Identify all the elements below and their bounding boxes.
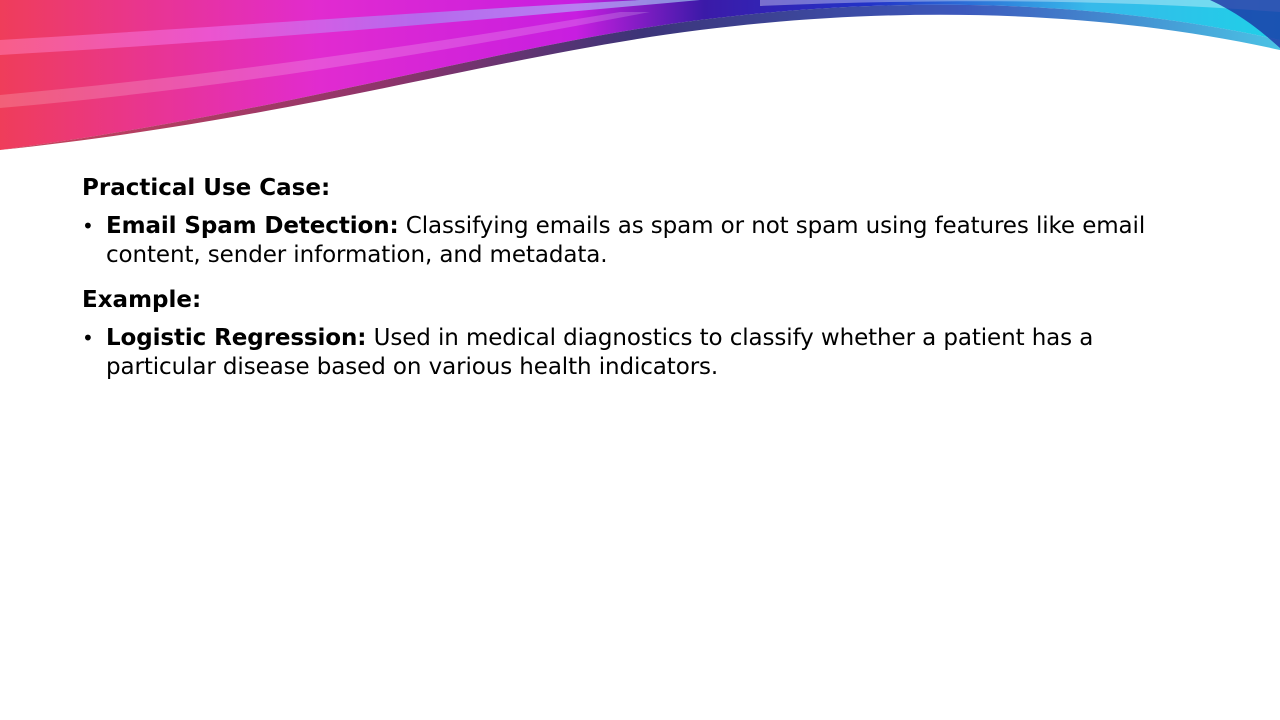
bullet-logistic-regression: • Logistic Regression: Used in medical d… bbox=[82, 324, 1202, 382]
slide-content: Practical Use Case: • Email Spam Detecti… bbox=[82, 170, 1202, 394]
section-heading-example: Example: bbox=[82, 287, 202, 313]
slide: Practical Use Case: • Email Spam Detecti… bbox=[0, 0, 1280, 720]
decorative-swoosh-banner bbox=[0, 0, 1280, 150]
bullet-email-spam-detection: • Email Spam Detection: Classifying emai… bbox=[82, 212, 1202, 270]
bullet-dot-icon: • bbox=[82, 214, 94, 238]
bullet-dot-icon: • bbox=[82, 326, 94, 350]
bullet-term: Email Spam Detection: bbox=[106, 213, 399, 239]
bullet-term: Logistic Regression: bbox=[106, 325, 367, 351]
section-heading-use-case: Practical Use Case: bbox=[82, 175, 331, 201]
